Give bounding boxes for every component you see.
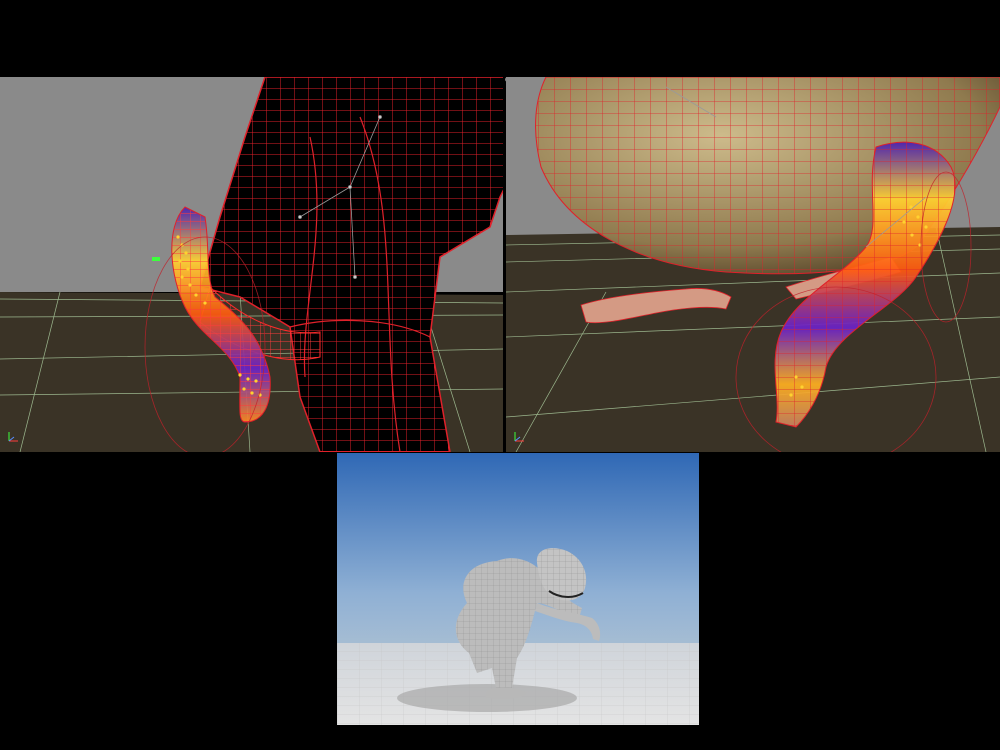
axis-tripod-icon [512,430,526,444]
axis-tripod-icon [6,430,20,444]
viewport-side-shaded[interactable] [506,77,1000,452]
viewport-front-canvas [0,77,503,452]
render-canvas [337,453,699,725]
viewport-side-canvas [506,77,1000,452]
character-shadow [397,684,577,712]
viewport-render-preview[interactable] [337,453,699,725]
selected-joint-marker [152,257,160,261]
viewport-front-wireframe[interactable] [0,77,505,452]
